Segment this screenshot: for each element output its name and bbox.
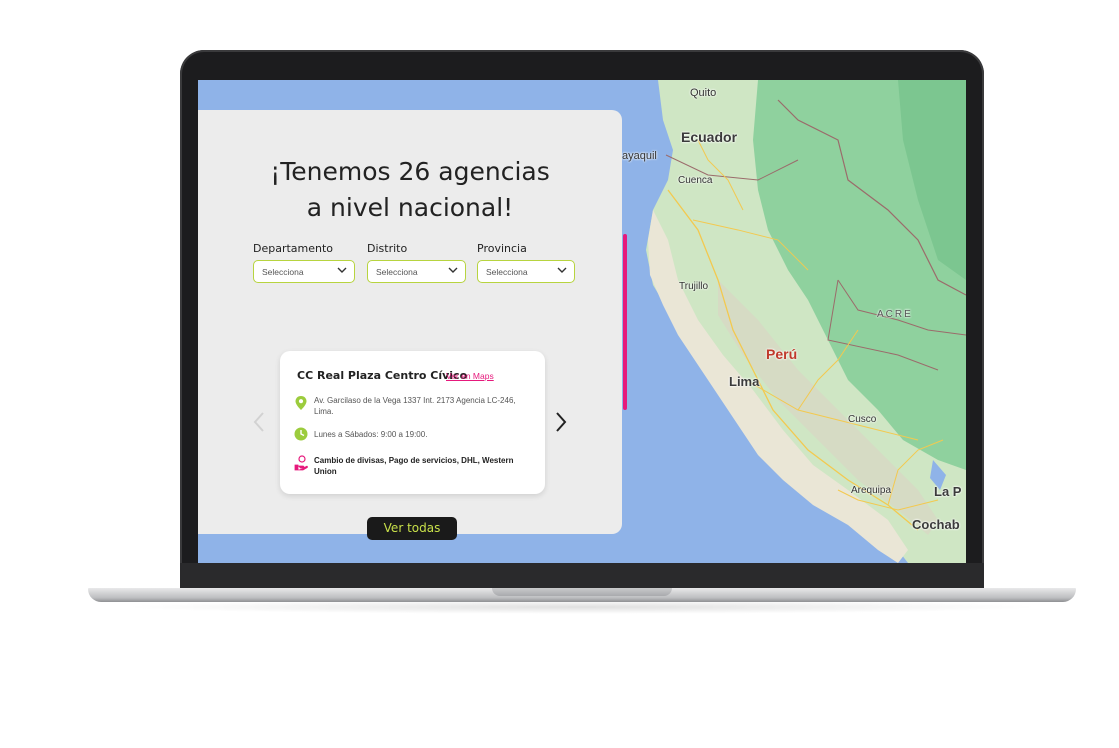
panel-title-line1: ¡Tenemos 26 agencias: [270, 157, 550, 186]
laptop-notch: [492, 588, 672, 596]
panel-title-line2: a nivel nacional!: [306, 193, 514, 222]
laptop-shadow: [120, 600, 1044, 614]
chevron-left-icon[interactable]: [252, 410, 266, 434]
chevron-right-icon[interactable]: [554, 410, 568, 434]
laptop-screen-bezel: [180, 563, 984, 589]
departamento-select-value: Selecciona: [262, 267, 304, 277]
clock-icon: [294, 427, 308, 441]
map-label-peru: Perú: [766, 346, 798, 362]
map-label-guayaquil: ayaquil: [622, 150, 657, 162]
map-label-lapaz: La P: [934, 484, 962, 499]
agencies-panel: ¡Tenemos 26 agencias a nivel nacional! D…: [198, 110, 622, 540]
agency-name: CC Real Plaza Centro Cívico: [297, 369, 468, 382]
agency-card: CC Real Plaza Centro Cívico Ver en Maps …: [280, 351, 545, 494]
panel-title: ¡Tenemos 26 agencias a nivel nacional!: [198, 154, 622, 226]
laptop-screen: Quito Ecuador ayaquil Cuenca Trujillo AC…: [198, 80, 966, 563]
filter-label-distrito: Distrito: [367, 242, 408, 255]
agency-hours: Lunes a Sábados: 9:00 a 19:00.: [314, 430, 428, 439]
filter-label-provincia: Provincia: [477, 242, 527, 255]
maps-link[interactable]: Ver en Maps: [446, 371, 494, 381]
agency-hours-row: Lunes a Sábados: 9:00 a 19:00.: [294, 426, 534, 442]
hand-coin-icon: [294, 455, 308, 471]
chevron-down-icon: [557, 267, 567, 273]
distrito-select-value: Selecciona: [376, 267, 418, 277]
filter-label-departamento: Departamento: [253, 242, 334, 255]
agency-address-row: Av. Garcilaso de la Vega 1337 Int. 2173 …: [294, 395, 534, 419]
map-pin-icon: [295, 396, 307, 410]
map-label-acre: ACRE: [877, 309, 913, 320]
map-label-cochabamba: Cochab: [912, 517, 960, 532]
agency-services: Cambio de divisas, Pago de servicios, DH…: [314, 456, 514, 476]
provincia-select[interactable]: Selecciona: [477, 260, 575, 283]
agency-services-row: Cambio de divisas, Pago de servicios, DH…: [294, 455, 534, 479]
map-label-cusco: Cusco: [848, 414, 877, 425]
map-label-ecuador: Ecuador: [681, 129, 738, 145]
map-label-arequipa: Arequipa: [851, 485, 892, 496]
chevron-down-icon: [448, 267, 458, 273]
agency-address: Av. Garcilaso de la Vega 1337 Int. 2173 …: [314, 396, 516, 416]
provincia-select-value: Selecciona: [486, 267, 528, 277]
map-label-quito: Quito: [690, 87, 717, 99]
departamento-select[interactable]: Selecciona: [253, 260, 355, 283]
map-label-lima: Lima: [729, 374, 760, 389]
chevron-down-icon: [337, 267, 347, 273]
ver-todas-button[interactable]: Ver todas: [367, 517, 457, 540]
distrito-select[interactable]: Selecciona: [367, 260, 466, 283]
map-label-trujillo: Trujillo: [679, 281, 709, 292]
map-label-cuenca: Cuenca: [678, 175, 713, 186]
scroll-indicator[interactable]: [623, 234, 627, 410]
